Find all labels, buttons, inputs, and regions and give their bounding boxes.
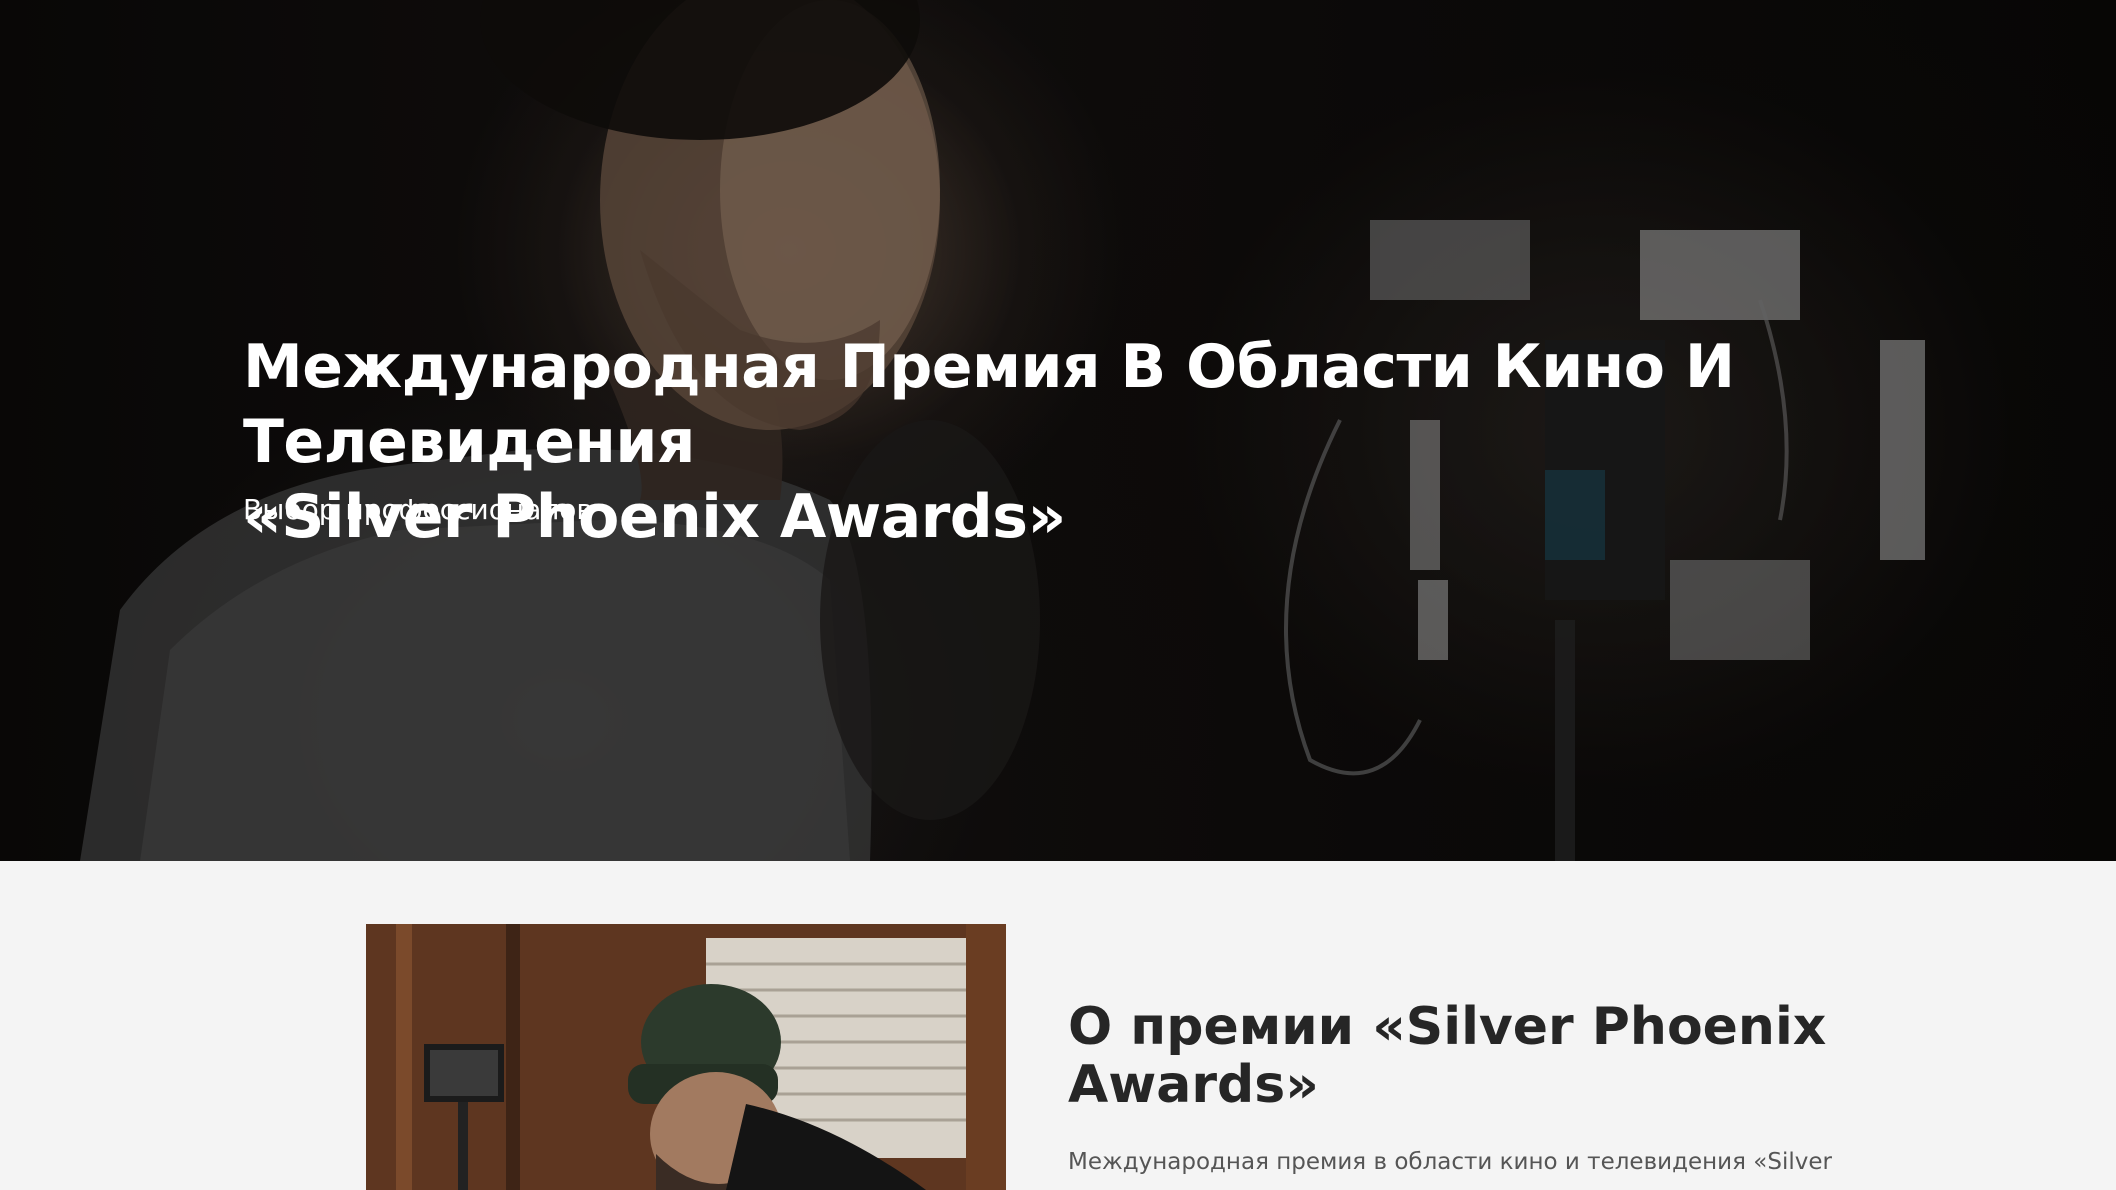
hero-title-line1: Международная Премия В Области Кино И Те… bbox=[243, 332, 1735, 477]
hero-subtitle: Выбор профессионалов bbox=[243, 493, 593, 526]
about-section: О премии «Silver Phoenix Awards» Междуна… bbox=[0, 861, 2116, 1190]
page: Международная Премия В Области Кино И Те… bbox=[0, 0, 2116, 1190]
hero-section: Международная Премия В Области Кино И Те… bbox=[0, 0, 2116, 861]
about-photo bbox=[366, 924, 1006, 1190]
about-text: Международная премия в области кино и те… bbox=[1068, 1149, 1832, 1175]
about-photo-illustration bbox=[366, 924, 1006, 1190]
about-title: О премии «Silver Phoenix Awards» bbox=[1068, 997, 1827, 1115]
